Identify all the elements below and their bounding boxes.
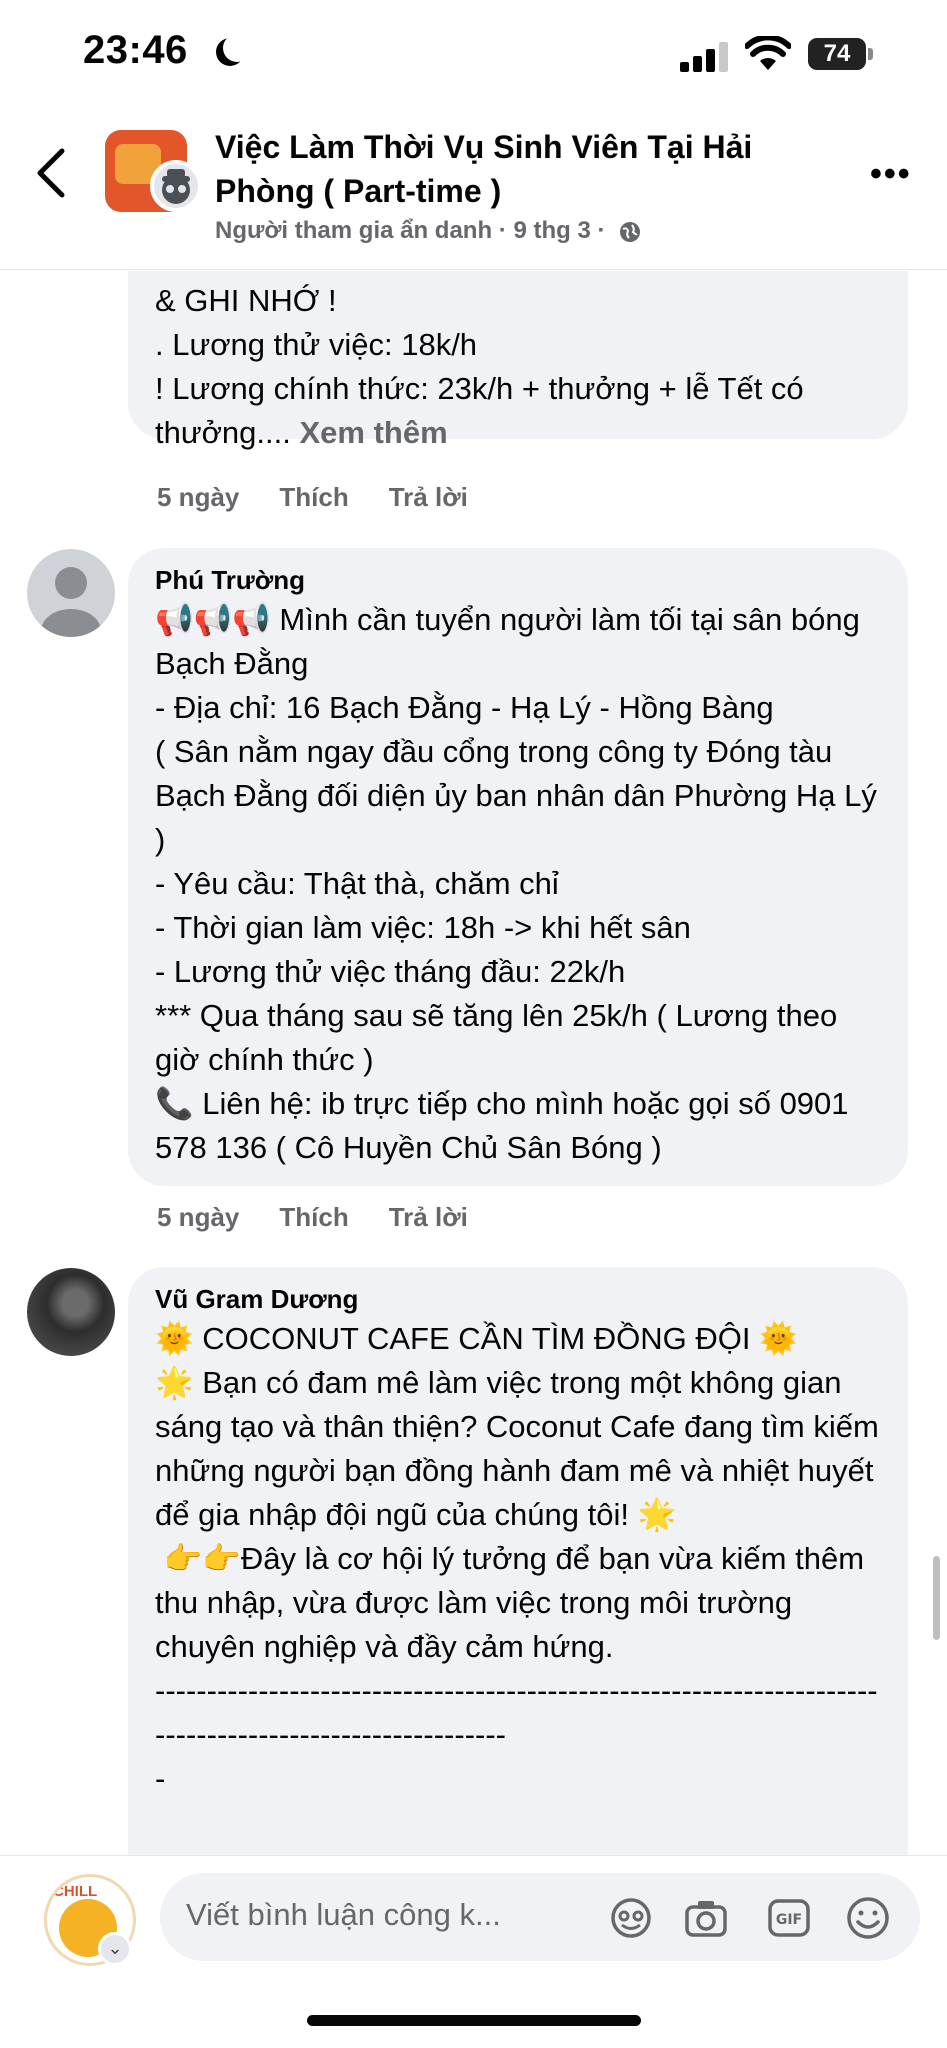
- comment-text: 🌞 COCONUT CAFE CẦN TÌM ĐỒNG ĐỘI 🌞 🌟 Bạn …: [155, 1321, 879, 1796]
- post-meta: Người tham gia ẩn danh · 9 thg 3 ·: [215, 217, 642, 245]
- cellular-signal-icon: [680, 40, 732, 72]
- comment-bubble[interactable]: Vũ Gram Dương 🌞 COCONUT CAFE CẦN TÌM ĐỒN…: [128, 1267, 908, 1855]
- comment-time: 5 ngày: [157, 482, 240, 512]
- chevron-left-icon[interactable]: [28, 143, 78, 203]
- status-time: 23:46: [83, 28, 188, 72]
- wifi-icon: [745, 36, 791, 70]
- status-bar: 23:46 74: [0, 0, 947, 115]
- avatar[interactable]: [27, 549, 115, 637]
- group-title[interactable]: Việc Làm Thời Vụ Sinh Viên Tại Hải Phòng…: [215, 125, 845, 213]
- comment-composer: CHILL ⌄ Viết bình luận công k... GIF: [0, 1855, 947, 2048]
- comment-time: 5 ngày: [157, 1202, 240, 1232]
- more-options-button[interactable]: •••: [870, 155, 912, 194]
- svg-text:GIF: GIF: [776, 1912, 802, 1928]
- comment-author[interactable]: Phú Trường: [155, 562, 882, 598]
- comment-input[interactable]: Viết bình luận công k... GIF: [160, 1873, 920, 1961]
- comment-actions: 5 ngày Thích Trả lời: [157, 482, 508, 513]
- reply-button[interactable]: Trả lời: [389, 1202, 468, 1232]
- chevron-down-icon[interactable]: ⌄: [98, 1932, 132, 1966]
- post-meta-text: Người tham gia ẩn danh · 9 thg 3 ·: [215, 217, 606, 244]
- comment-bubble[interactable]: & GHI NHỚ ! . Lương thử việc: 18k/h ! Lư…: [128, 271, 908, 450]
- like-button[interactable]: Thích: [279, 1202, 348, 1232]
- comment-text: & GHI NHỚ ! . Lương thử việc: 18k/h ! Lư…: [155, 283, 804, 450]
- avatar[interactable]: [27, 1268, 115, 1356]
- post-header: Việc Làm Thời Vụ Sinh Viên Tại Hải Phòng…: [0, 115, 947, 270]
- comment-input-placeholder: Viết bình luận công k...: [186, 1897, 501, 1932]
- avatar-text: CHILL: [53, 1883, 98, 1900]
- home-indicator: [307, 2015, 641, 2026]
- sticker-icon[interactable]: [608, 1895, 654, 1941]
- scrollbar[interactable]: [933, 1556, 940, 1640]
- see-more-link[interactable]: Xem thêm: [300, 415, 448, 450]
- battery-indicator: 74: [808, 38, 866, 70]
- gif-icon[interactable]: GIF: [766, 1895, 812, 1941]
- anonymous-member-icon: [150, 160, 202, 212]
- battery-nub: [868, 48, 873, 60]
- comment-text: 📢📢📢 Mình cần tuyển người làm tối tại sân…: [155, 602, 877, 1165]
- moon-icon: [223, 34, 251, 62]
- globe-icon: [620, 221, 641, 242]
- reply-button[interactable]: Trả lời: [389, 482, 468, 512]
- comment-bubble[interactable]: Phú Trường 📢📢📢 Mình cần tuyển người làm …: [128, 548, 908, 1186]
- comments-feed[interactable]: & GHI NHỚ ! . Lương thử việc: 18k/h ! Lư…: [0, 271, 947, 1855]
- emoji-icon[interactable]: [845, 1895, 891, 1941]
- comment-actions: 5 ngày Thích Trả lời: [157, 1202, 508, 1233]
- camera-icon[interactable]: [683, 1895, 729, 1941]
- like-button[interactable]: Thích: [279, 482, 348, 512]
- comment-author[interactable]: Vũ Gram Dương: [155, 1281, 882, 1317]
